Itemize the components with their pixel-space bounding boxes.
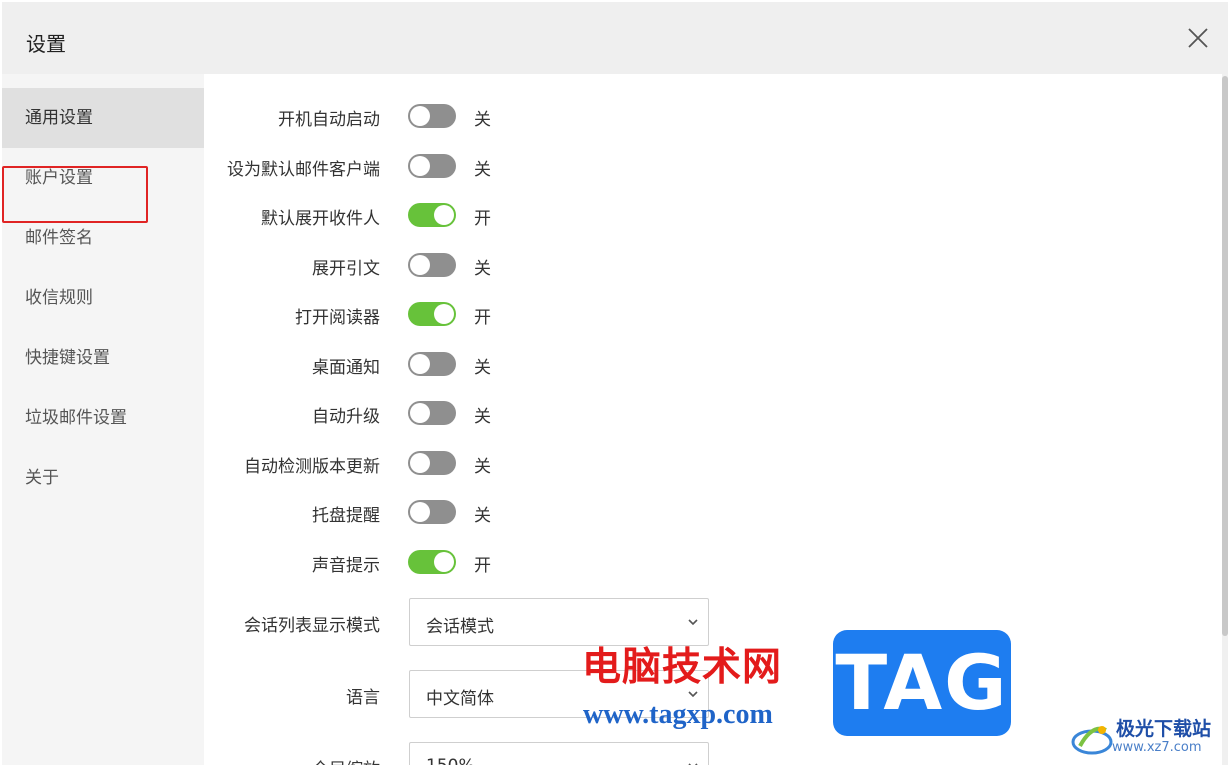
toggle-knob bbox=[410, 156, 430, 176]
toggle-state-text: 关 bbox=[474, 358, 491, 378]
dropdown-value: 中文简体 bbox=[426, 689, 494, 709]
watermark-tag-logo: TAG bbox=[833, 630, 1011, 736]
setting-label: 会话列表显示模式 bbox=[244, 616, 380, 636]
toggle-state-text: 关 bbox=[474, 160, 491, 180]
setting-label: 自动检测版本更新 bbox=[244, 457, 380, 477]
toggle-state-text: 开 bbox=[474, 556, 491, 576]
annotation-highlight-box bbox=[2, 166, 148, 223]
toggle-state-text: 关 bbox=[474, 110, 491, 130]
watermark-site-name: 极光下载站 bbox=[1116, 718, 1212, 740]
toggle-knob bbox=[410, 106, 430, 126]
setting-toggle-switch[interactable] bbox=[408, 550, 456, 574]
chevron-down-icon bbox=[688, 619, 698, 626]
setting-label: 声音提示 bbox=[312, 556, 380, 576]
setting-toggle-switch[interactable] bbox=[408, 352, 456, 376]
toggle-knob bbox=[434, 552, 454, 572]
sidebar-item-general[interactable]: 通用设置 bbox=[2, 88, 204, 148]
sidebar-item-rules[interactable]: 收信规则 bbox=[2, 268, 204, 328]
setting-label: 托盘提醒 bbox=[312, 506, 380, 526]
close-icon[interactable] bbox=[1184, 24, 1212, 52]
toggle-state-text: 关 bbox=[474, 506, 491, 526]
setting-label: 默认展开收件人 bbox=[261, 209, 380, 229]
toggle-knob bbox=[434, 205, 454, 225]
setting-toggle-switch[interactable] bbox=[408, 401, 456, 425]
toggle-knob bbox=[410, 403, 430, 423]
setting-toggle-switch[interactable] bbox=[408, 104, 456, 128]
dialog-title: 设置 bbox=[26, 32, 66, 56]
scrollbar[interactable] bbox=[1222, 74, 1228, 765]
sidebar-item-about[interactable]: 关于 bbox=[2, 448, 204, 508]
toggle-knob bbox=[410, 255, 430, 275]
sidebar-item-spam[interactable]: 垃圾邮件设置 bbox=[2, 388, 204, 448]
scrollbar-thumb[interactable] bbox=[1222, 76, 1228, 636]
title-bar: 设置 bbox=[2, 2, 1228, 74]
setting-toggle-switch[interactable] bbox=[408, 253, 456, 277]
toggle-state-text: 关 bbox=[474, 457, 491, 477]
toggle-knob bbox=[410, 354, 430, 374]
toggle-state-text: 关 bbox=[474, 407, 491, 427]
toggle-state-text: 关 bbox=[474, 259, 491, 279]
watermark-cn-text: 电脑技术网 bbox=[582, 644, 783, 690]
sidebar-item-shortcuts[interactable]: 快捷键设置 bbox=[2, 328, 204, 388]
setting-label: 打开阅读器 bbox=[295, 308, 380, 328]
dropdown-value: 会话模式 bbox=[426, 617, 494, 637]
toggle-knob bbox=[434, 304, 454, 324]
watermark-site-logo: 极光下载站 www.xz7.com bbox=[1068, 712, 1228, 764]
setting-label: 桌面通知 bbox=[312, 358, 380, 378]
toggle-state-text: 开 bbox=[474, 209, 491, 229]
watermark-site-url: www.xz7.com bbox=[1112, 740, 1202, 755]
dropdown-value: 150% bbox=[426, 756, 475, 765]
setting-toggle-switch[interactable] bbox=[408, 451, 456, 475]
toggle-state-text: 开 bbox=[474, 308, 491, 328]
setting-toggle-switch[interactable] bbox=[408, 500, 456, 524]
setting-toggle-switch[interactable] bbox=[408, 302, 456, 326]
toggle-knob bbox=[410, 502, 430, 522]
setting-label: 展开引文 bbox=[312, 259, 380, 279]
setting-label: 自动升级 bbox=[312, 407, 380, 427]
setting-toggle-switch[interactable] bbox=[408, 203, 456, 227]
setting-label: 语言 bbox=[346, 688, 380, 708]
setting-toggle-switch[interactable] bbox=[408, 154, 456, 178]
chevron-down-icon bbox=[688, 763, 698, 765]
watermark-url: www.tagxp.com bbox=[583, 699, 773, 730]
aurora-logo-icon bbox=[1071, 726, 1113, 755]
setting-dropdown[interactable]: 150% bbox=[409, 742, 709, 765]
toggle-knob bbox=[410, 453, 430, 473]
setting-label: 全局缩放 bbox=[312, 755, 380, 765]
setting-label: 设为默认邮件客户端 bbox=[227, 160, 380, 180]
setting-label: 开机自动启动 bbox=[278, 110, 380, 130]
